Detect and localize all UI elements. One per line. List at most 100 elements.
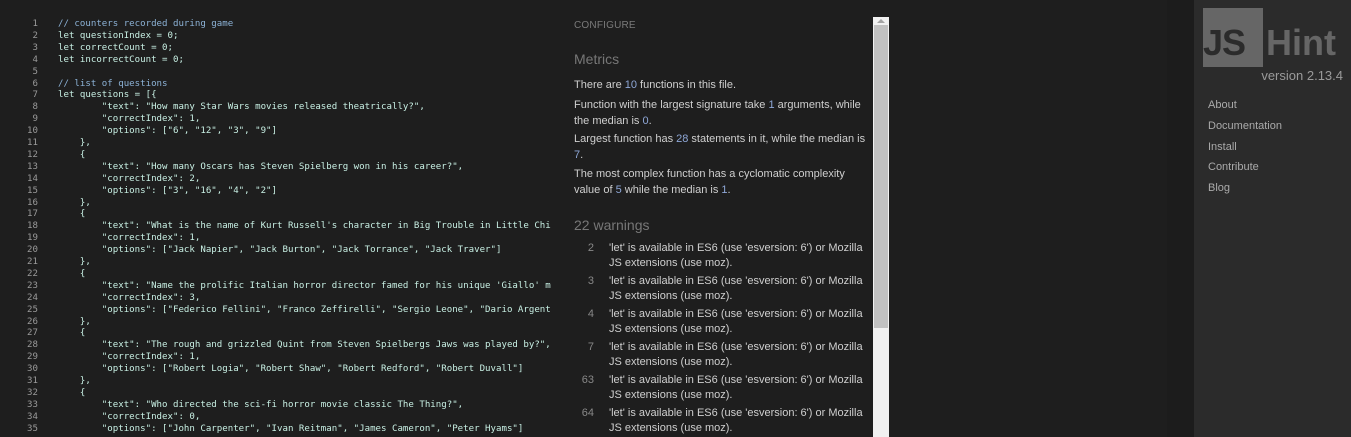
line-number: 5: [32, 66, 38, 77]
nav-install[interactable]: Install: [1208, 141, 1237, 153]
version-label: version 2.13.4: [1261, 68, 1343, 83]
line-number: 2: [32, 30, 38, 41]
code-text[interactable]: "text": "How many Oscars has Steven Spie…: [58, 161, 463, 173]
code-text[interactable]: {: [58, 208, 85, 220]
configure-link[interactable]: CONFIGURE: [574, 20, 636, 31]
metric-item: Function with the largest signature take…: [574, 97, 874, 129]
warning-text: 'let' is available in ES6 (use 'esversio…: [609, 407, 863, 434]
warning-text: 'let' is available in ES6 (use 'esversio…: [609, 275, 863, 302]
code-editor[interactable]: 1 // counters recorded during game 2 let qu…: [0, 0, 560, 437]
line-number: 17: [27, 209, 38, 220]
warning-text: 'let' is available in ES6 (use 'esversio…: [609, 374, 863, 401]
line-number: 31: [27, 376, 38, 386]
line-number: 34: [27, 411, 38, 422]
code-text[interactable]: {: [58, 149, 85, 161]
code-text[interactable]: "text": "How many Star Wars movies relea…: [58, 101, 425, 113]
line-number: 19: [27, 233, 38, 244]
metric-value: 28: [676, 133, 689, 145]
nav-about[interactable]: About: [1208, 99, 1237, 111]
code-text[interactable]: {: [58, 327, 85, 339]
line-number: 8: [32, 102, 38, 113]
line-number: 33: [27, 399, 38, 410]
code-text[interactable]: let questions = [{: [58, 89, 157, 101]
line-number: 21: [27, 257, 38, 267]
code-text[interactable]: {: [58, 268, 85, 280]
line-number: 12: [27, 149, 38, 160]
code-text[interactable]: },: [58, 316, 91, 328]
code-text[interactable]: "options": ["Robert Logia", "Robert Shaw…: [58, 363, 524, 375]
nav-documentation[interactable]: Documentation: [1208, 120, 1282, 132]
code-text[interactable]: let correctCount = 0;: [58, 42, 173, 54]
metric-text: .: [727, 184, 731, 196]
warnings-heading: 22 warnings: [574, 217, 650, 233]
warning-line-number: 4: [587, 308, 594, 320]
code-text[interactable]: },: [58, 197, 91, 209]
line-number: 35: [27, 423, 38, 434]
metric-value: 10: [624, 79, 637, 91]
metric-item: There are 10 functions in this file.: [574, 77, 874, 93]
nav-contribute[interactable]: Contribute: [1208, 161, 1259, 173]
code-text[interactable]: "options": ["Federico Fellini", "Franco …: [58, 304, 551, 316]
code-text[interactable]: },: [58, 256, 91, 268]
line-number: 22: [27, 268, 38, 279]
line-number: 32: [27, 387, 38, 398]
logo-js-text: JS: [1203, 22, 1246, 63]
code-text[interactable]: "correctIndex": 0,: [58, 411, 201, 423]
code-text[interactable]: "options": ["Jack Napier", "Jack Burton"…: [58, 244, 502, 256]
metric-text: Largest function has: [574, 133, 677, 145]
line-number: 7: [32, 90, 38, 101]
warning-line-number: 7: [587, 341, 594, 353]
code-text[interactable]: "correctIndex": 2,: [58, 173, 201, 185]
warning-text: 'let' is available in ES6 (use 'esversio…: [609, 308, 863, 335]
code-text[interactable]: "correctIndex": 1,: [58, 351, 201, 363]
code-text[interactable]: let incorrectCount = 0;: [58, 54, 184, 66]
warning-text: 'let' is available in ES6 (use 'esversio…: [609, 242, 863, 269]
line-number: 18: [27, 221, 38, 232]
code-text[interactable]: },: [58, 375, 91, 387]
line-number: 3: [32, 42, 38, 53]
code-text[interactable]: "correctIndex": 1,: [58, 232, 201, 244]
line-number: 27: [27, 328, 38, 339]
report-panel: CONFIGURE Metrics There are 10 functions…: [565, 0, 871, 437]
nav-blog[interactable]: Blog: [1208, 182, 1230, 194]
code-text[interactable]: "options": ["3", "16", "4", "2"]: [58, 185, 277, 197]
code-text[interactable]: "correctIndex": 3,: [58, 292, 201, 304]
code-text[interactable]: let questionIndex = 0;: [58, 30, 178, 42]
code-text[interactable]: {: [58, 387, 85, 399]
metric-text: while the median is: [621, 184, 722, 196]
code-text[interactable]: "options": ["6", "12", "3", "9"]: [58, 125, 277, 137]
line-number: 15: [27, 185, 38, 196]
line-number: 30: [27, 364, 38, 375]
code-text[interactable]: "options": ["John Carpenter", "Ivan Reit…: [58, 423, 524, 435]
metric-text: There are: [574, 79, 625, 91]
line-number: 25: [27, 304, 38, 315]
line-number: 4: [32, 54, 38, 65]
code-text[interactable]: },: [58, 137, 91, 149]
line-number: 10: [27, 126, 38, 137]
line-number: 24: [27, 292, 38, 303]
code-text[interactable]: "correctIndex": 1,: [58, 113, 201, 125]
metric-text: .: [580, 149, 584, 161]
metric-text: Function with the largest signature take: [574, 99, 769, 111]
code-text[interactable]: "text": "What is the name of Kurt Russel…: [58, 220, 551, 232]
code-text[interactable]: // list of questions: [58, 78, 168, 90]
code-text[interactable]: "text": "Who directed the sci-fi horror …: [58, 399, 463, 411]
line-number: 6: [32, 78, 38, 89]
code-text[interactable]: "text": "Name the prolific Italian horro…: [58, 280, 551, 292]
metric-item: Largest function has 28 statements in it…: [574, 131, 874, 163]
code-text[interactable]: "text": "The rough and grizzled Quint fr…: [58, 339, 551, 351]
metric-text: statements in it, while the median is: [688, 133, 866, 145]
code-text[interactable]: // counters recorded during game: [58, 18, 233, 30]
line-number: 23: [27, 280, 38, 291]
warning-line-number: 3: [587, 275, 594, 287]
warning-line-number: 64: [581, 407, 594, 419]
logo-hint-text: Hint: [1266, 22, 1336, 63]
line-number: 26: [27, 316, 38, 327]
warning-line-number: 63: [581, 374, 594, 386]
line-number: 11: [27, 138, 38, 148]
scrollbar-thumb[interactable]: [874, 25, 888, 328]
metric-text: .: [648, 115, 652, 127]
line-number: 9: [32, 114, 38, 125]
panel-scrollbar[interactable]: [873, 17, 889, 437]
scroll-up-arrow-icon[interactable]: [877, 19, 885, 23]
